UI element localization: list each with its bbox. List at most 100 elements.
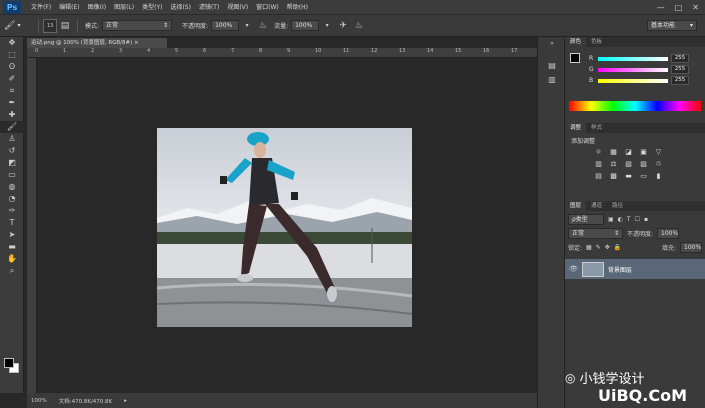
blur-tool-icon[interactable]: ◍ (0, 181, 24, 193)
pressure-opacity-icon[interactable]: ♨ (257, 20, 269, 32)
eraser-tool-icon[interactable]: ◩ (0, 157, 24, 169)
menu-view[interactable]: 视图(V) (223, 0, 252, 15)
channel-mixer-icon[interactable]: ♲ (653, 160, 664, 169)
lock-position-icon[interactable]: ✥ (605, 244, 610, 251)
adjustment-filter-icon[interactable]: ◐ (618, 216, 623, 223)
layer-row-background[interactable]: 👁 背景图层 (565, 259, 705, 279)
brush-tool-icon[interactable]: 🖌 (0, 121, 24, 133)
channel-gradient-bar[interactable] (598, 56, 668, 61)
pressure-size-icon[interactable]: ♨ (353, 20, 365, 32)
gradient-map-icon[interactable]: ▭ (638, 172, 649, 181)
menu-select[interactable]: 选择(S) (166, 0, 195, 15)
properties-panel-icon[interactable]: ▥ (538, 73, 566, 87)
quick-select-tool-icon[interactable]: ✐ (0, 73, 24, 85)
document-tab[interactable]: 运动.png @ 100% (背景图层, RGB/8#) × (27, 38, 167, 48)
channel-value[interactable]: 255 (671, 54, 689, 63)
levels-icon[interactable]: ▦ (608, 148, 619, 157)
tab-channels[interactable]: 通道 (586, 201, 607, 211)
slider-g[interactable]: G 255 (565, 64, 705, 75)
layer-kind-dropdown[interactable]: ρ类型 (568, 214, 604, 225)
lock-transparent-icon[interactable]: ▦ (586, 244, 592, 251)
tab-paths[interactable]: 路径 (607, 201, 628, 211)
menu-filter[interactable]: 滤镜(T) (195, 0, 223, 15)
blend-mode-dropdown[interactable]: 正常 ⇕ (568, 228, 623, 239)
zoom-tool-icon[interactable]: ⌕ (0, 265, 24, 277)
tab-styles[interactable]: 样式 (586, 123, 607, 133)
path-select-tool-icon[interactable]: ➤ (0, 229, 24, 241)
vibrance-icon[interactable]: ▽ (653, 148, 664, 157)
clone-stamp-tool-icon[interactable]: ♙ (0, 133, 24, 145)
menu-help[interactable]: 帮助(H) (283, 0, 312, 15)
healing-tool-icon[interactable]: ✚ (0, 109, 24, 121)
menu-window[interactable]: 窗口(W) (252, 0, 283, 15)
brush-panel-icon[interactable]: ▤ (59, 20, 71, 32)
menu-image[interactable]: 图像(I) (84, 0, 110, 15)
lock-image-icon[interactable]: ✎ (596, 244, 601, 251)
close-button[interactable]: ✕ (692, 3, 699, 12)
invert-icon[interactable]: ▤ (593, 172, 604, 181)
selective-color-icon[interactable]: ▮ (653, 172, 664, 181)
exposure-icon[interactable]: ▣ (638, 148, 649, 157)
curves-icon[interactable]: ◪ (623, 148, 634, 157)
eyedropper-tool-icon[interactable]: ✒ (0, 97, 24, 109)
tab-layers[interactable]: 图层 (565, 201, 587, 211)
slider-r[interactable]: R 255 (565, 53, 705, 64)
gradient-tool-icon[interactable]: ▭ (0, 169, 24, 181)
black-white-icon[interactable]: ▧ (623, 160, 634, 169)
channel-gradient-bar[interactable] (598, 78, 668, 83)
move-tool-icon[interactable]: ✥ (0, 37, 24, 49)
menu-edit[interactable]: 编辑(E) (55, 0, 83, 15)
collapse-icon[interactable]: » (538, 37, 566, 51)
channel-value[interactable]: 255 (671, 65, 689, 74)
lasso-tool-icon[interactable]: ʘ (0, 61, 24, 73)
menu-type[interactable]: 类型(Y) (138, 0, 166, 15)
opacity-field[interactable]: 100% (211, 20, 240, 31)
crop-tool-icon[interactable]: ⌗ (0, 85, 24, 97)
pen-tool-icon[interactable]: ✑ (0, 205, 24, 217)
color-balance-icon[interactable]: ⚖ (608, 160, 619, 169)
lock-all-icon[interactable]: 🔒 (614, 244, 621, 251)
tab-color[interactable]: 颜色 (565, 37, 587, 47)
maximize-button[interactable]: □ (675, 3, 683, 12)
hand-tool-icon[interactable]: ✋ (0, 253, 24, 265)
brightness-icon[interactable]: ☼ (593, 148, 604, 157)
type-tool-icon[interactable]: T (0, 217, 24, 229)
zoom-level[interactable]: 100% (31, 398, 47, 404)
fill-field[interactable]: 100% (680, 242, 702, 253)
menu-layer[interactable]: 图层(L) (110, 0, 138, 15)
type-filter-icon[interactable]: T (627, 216, 631, 223)
brush-size-picker[interactable]: 13 (43, 18, 57, 33)
workspace-dropdown[interactable]: 基本功能 ▾ (647, 20, 697, 31)
channel-value[interactable]: 255 (671, 76, 689, 85)
eye-icon[interactable]: 👁 (569, 265, 578, 273)
tab-swatches[interactable]: 色板 (586, 37, 607, 47)
shape-filter-icon[interactable]: ☐ (635, 216, 640, 223)
status-menu-arrow-icon[interactable]: ▸ (124, 398, 127, 404)
photo-filter-icon[interactable]: ▨ (638, 160, 649, 169)
mode-dropdown[interactable]: 正常 ⇕ (102, 20, 173, 31)
airbrush-icon[interactable]: ✈ (337, 20, 349, 32)
flow-slider-toggle[interactable]: ▾ (321, 20, 333, 32)
opacity-slider-toggle[interactable]: ▾ (241, 20, 253, 32)
tab-adjustments[interactable]: 调整 (565, 123, 587, 133)
posterize-icon[interactable]: ▩ (608, 172, 619, 181)
color-spectrum[interactable] (569, 101, 701, 111)
menu-file[interactable]: 文件(F) (27, 0, 55, 15)
foreground-color-swatch[interactable] (4, 358, 14, 368)
history-panel-icon[interactable]: ▤ (538, 59, 566, 73)
slider-b[interactable]: B 255 (565, 75, 705, 86)
marquee-tool-icon[interactable]: ⬚ (0, 49, 24, 61)
layer-opacity-field[interactable]: 100% (657, 228, 680, 239)
pixel-filter-icon[interactable]: ▣ (608, 216, 614, 223)
threshold-icon[interactable]: ▬ (623, 172, 634, 181)
dodge-tool-icon[interactable]: ◔ (0, 193, 24, 205)
hue-saturation-icon[interactable]: ▥ (593, 160, 604, 169)
tool-preset-picker[interactable]: 🖌 ▾ (4, 19, 34, 33)
shape-tool-icon[interactable]: ▬ (0, 241, 24, 253)
minimize-button[interactable]: — (657, 3, 665, 12)
channel-gradient-bar[interactable] (598, 67, 668, 72)
history-brush-tool-icon[interactable]: ↺ (0, 145, 24, 157)
document-image[interactable] (157, 128, 412, 327)
smart-object-filter-icon[interactable]: ▪ (644, 216, 648, 223)
flow-field[interactable]: 100% (291, 20, 320, 31)
